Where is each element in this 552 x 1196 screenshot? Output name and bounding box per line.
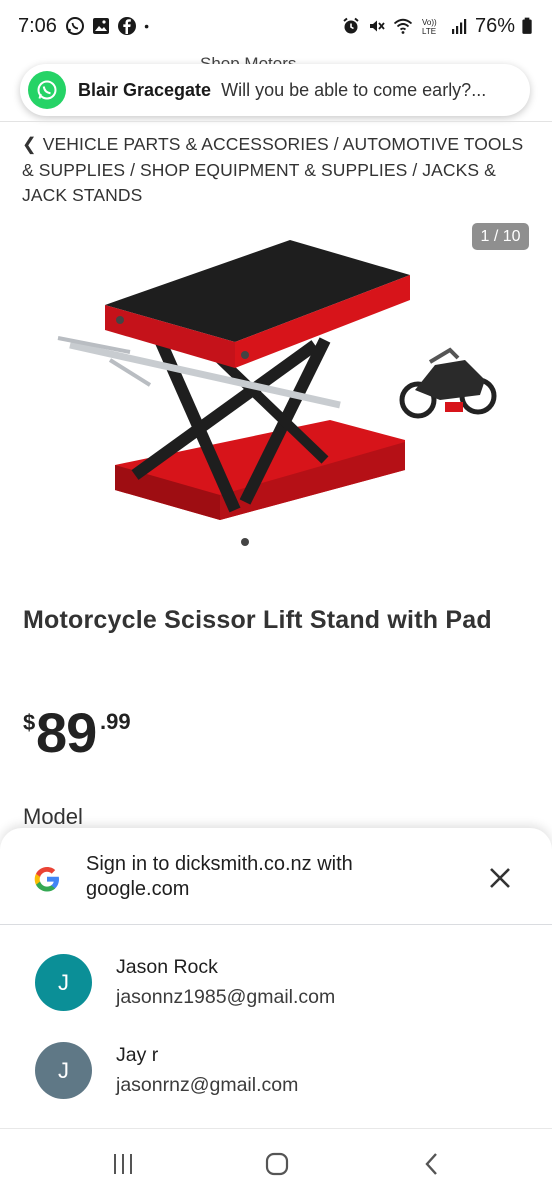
svg-text:Vo)): Vo)) (422, 18, 437, 27)
chevron-left-icon[interactable]: ❮ (22, 134, 37, 154)
back-button[interactable] (412, 1149, 452, 1179)
close-icon[interactable] (489, 867, 511, 889)
account-name: Jason Rock (116, 956, 218, 978)
gallery-icon (92, 18, 109, 34)
home-button[interactable] (257, 1149, 297, 1179)
volte-icon: Vo))LTE (422, 18, 437, 36)
account-item[interactable]: J Jay r jasonrnz@gmail.com (0, 1042, 552, 1122)
motorcycle-thumbnail (399, 347, 497, 419)
status-left-icons (65, 16, 155, 36)
recents-icon[interactable] (110, 1152, 136, 1176)
back-icon[interactable] (422, 1151, 442, 1177)
dot-icon (144, 24, 149, 29)
mute-icon (369, 20, 385, 32)
google-signin-sheet: Sign in to dicksmith.co.nz with google.c… (0, 828, 552, 1128)
status-time: 7:06 (18, 14, 57, 37)
alarm-icon (343, 17, 359, 34)
account-email: jasonnz1985@gmail.com (116, 986, 336, 1008)
recents-button[interactable] (103, 1149, 143, 1179)
svg-text:LTE: LTE (422, 27, 436, 36)
breadcrumb[interactable]: ❮ VEHICLE PARTS & ACCESSORIES / AUTOMOTIV… (22, 132, 527, 209)
account-name: Jay r (116, 1044, 159, 1066)
signal-icon (451, 19, 467, 34)
breadcrumb-text[interactable]: VEHICLE PARTS & ACCESSORIES / AUTOMOTIVE… (22, 134, 523, 205)
model-label: Model (23, 804, 83, 829)
price-cents: .99 (100, 709, 131, 734)
nav-bar (0, 1128, 552, 1196)
product-title: Motorcycle Scissor Lift Stand with Pad (23, 606, 492, 634)
avatar: J (35, 1042, 92, 1099)
battery-percent: 76% (474, 14, 515, 37)
facebook-icon (117, 17, 136, 35)
whatsapp-icon (65, 17, 84, 35)
whatsapp-icon (28, 71, 66, 109)
home-icon[interactable] (264, 1151, 290, 1177)
product-image[interactable] (40, 230, 510, 570)
notification-sender: Blair Gracegate (78, 79, 212, 100)
signin-title: Sign in to dicksmith.co.nz with google.c… (86, 853, 353, 900)
account-item[interactable]: J Jason Rock jasonnz1985@gmail.com (0, 954, 552, 1034)
close-button[interactable] (484, 862, 516, 894)
avatar: J (35, 954, 92, 1011)
status-bar: 7:06 Vo)) LTE 76% (0, 0, 552, 52)
header-divider (0, 121, 552, 122)
account-email: jasonrnz@gmail.com (116, 1074, 299, 1096)
whatsapp-notification[interactable]: Blair Gracegate Will you be able to come… (20, 64, 530, 116)
battery-icon (522, 17, 532, 34)
price-whole: 89 (36, 701, 97, 764)
wifi-icon (393, 18, 413, 34)
notification-message: Will you be able to come early?... (221, 79, 487, 100)
price-currency: $ (23, 710, 36, 735)
sheet-divider (0, 924, 552, 925)
google-logo-icon (34, 867, 59, 892)
status-right-icons: Vo)) LTE 76% (341, 15, 534, 38)
